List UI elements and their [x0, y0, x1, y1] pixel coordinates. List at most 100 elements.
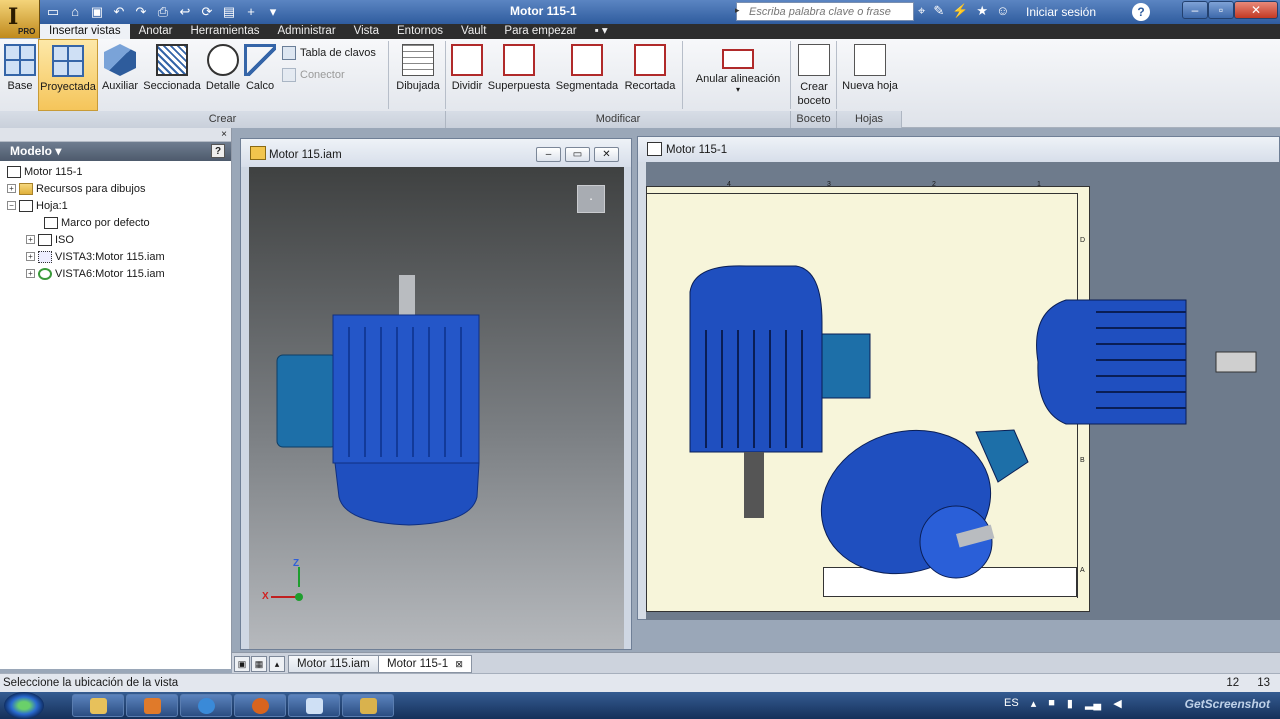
- tab-para-empezar[interactable]: Para empezar: [495, 24, 585, 39]
- tab-insertar-vistas[interactable]: Insertar vistas: [40, 24, 130, 39]
- tree-node-sheet[interactable]: − Hoja:1: [0, 197, 231, 214]
- tab-entornos[interactable]: Entornos: [388, 24, 452, 39]
- tree-label: ISO: [55, 233, 74, 246]
- seccionada-button[interactable]: Seccionada: [142, 39, 202, 111]
- tree-node-drawing[interactable]: Motor 115-1: [0, 163, 231, 180]
- tray-app-icon[interactable]: ■: [1048, 697, 1055, 710]
- doc-maximize-button[interactable]: ▭: [565, 147, 590, 162]
- start-button[interactable]: [4, 692, 44, 719]
- tree-node-frame[interactable]: Marco por defecto: [0, 214, 231, 231]
- iso-view-flange: [919, 505, 993, 579]
- select-icon[interactable]: ▤: [220, 3, 238, 20]
- user-icon[interactable]: ☺: [996, 3, 1009, 19]
- browser-help-icon[interactable]: ?: [211, 144, 225, 158]
- tab-vault[interactable]: Vault: [452, 24, 495, 39]
- taskbar-firefox[interactable]: [234, 694, 286, 717]
- status-bar: Seleccione la ubicación de la vista 12 1…: [0, 673, 1280, 692]
- arrange-icon[interactable]: ▴: [269, 656, 285, 672]
- crear-boceto-button[interactable]: Crear boceto: [794, 39, 834, 111]
- search-expand-icon[interactable]: ▸: [735, 5, 747, 16]
- tree-node-iso[interactable]: + ISO: [0, 231, 231, 248]
- qat-dropdown-icon[interactable]: ▾: [264, 3, 282, 20]
- tab-herramientas[interactable]: Herramientas: [181, 24, 268, 39]
- update-icon[interactable]: ⟳: [198, 3, 216, 20]
- recortada-button[interactable]: Recortada: [622, 39, 678, 111]
- close-button[interactable]: ✕: [1234, 1, 1278, 19]
- anular-alineacion-button[interactable]: Anular alineación ▾: [692, 39, 784, 111]
- taskbar-explorer[interactable]: [72, 694, 124, 717]
- nueva-hoja-button[interactable]: Nueva hoja: [840, 39, 900, 111]
- doc-minimize-button[interactable]: –: [536, 147, 561, 162]
- open-icon[interactable]: ⌂: [66, 3, 84, 20]
- tab-close-icon[interactable]: ⊠: [455, 659, 463, 669]
- language-indicator[interactable]: ES: [1004, 697, 1019, 710]
- expand-icon[interactable]: +: [7, 184, 16, 193]
- drawing-viewport[interactable]: 4 3 2 1 D C B A: [646, 162, 1280, 620]
- expand-icon[interactable]: +: [26, 252, 35, 261]
- auxiliar-button[interactable]: Auxiliar: [100, 39, 140, 111]
- conector-button[interactable]: Conector: [282, 68, 345, 82]
- tab-anotar[interactable]: Anotar: [130, 24, 182, 39]
- dibujada-button[interactable]: Dibujada: [394, 39, 442, 111]
- doc-tab-assembly[interactable]: Motor 115.iam: [288, 655, 379, 673]
- collapse-icon[interactable]: −: [7, 201, 16, 210]
- maximize-button[interactable]: ▫: [1208, 1, 1234, 19]
- doc-close-button[interactable]: ✕: [594, 147, 619, 162]
- doc-tab-drawing[interactable]: Motor 115-1 ⊠: [378, 655, 472, 673]
- browser-close-icon[interactable]: ×: [221, 129, 227, 140]
- return-icon[interactable]: ↩: [176, 3, 194, 20]
- save-icon[interactable]: ▣: [88, 3, 106, 20]
- new-icon[interactable]: ▭: [44, 3, 62, 20]
- help-icon[interactable]: ?: [1132, 3, 1150, 21]
- assembly-window-caption[interactable]: Motor 115.iam – ▭ ✕: [241, 139, 631, 167]
- tabla-clavos-button[interactable]: Tabla de clavos: [282, 46, 376, 60]
- undo-icon[interactable]: ↶: [110, 3, 128, 20]
- side-view-shaft: [1215, 351, 1257, 373]
- tile-icon[interactable]: ▦: [251, 656, 267, 672]
- tree-node-resources[interactable]: + Recursos para dibujos: [0, 180, 231, 197]
- network-icon[interactable]: ▮: [1067, 697, 1073, 710]
- proyectada-button[interactable]: Proyectada: [38, 39, 98, 111]
- cascade-icon[interactable]: ▣: [234, 656, 250, 672]
- favorites-icon[interactable]: ★: [976, 3, 988, 19]
- communication-icon[interactable]: ⚡: [952, 3, 968, 19]
- tree-node-vista3[interactable]: + VISTA3:Motor 115.iam: [0, 248, 231, 265]
- side-view: [1036, 299, 1187, 425]
- taskbar-ie[interactable]: [180, 694, 232, 717]
- minimize-button[interactable]: –: [1182, 1, 1208, 19]
- title-bar: ▭ ⌂ ▣ ↶ ↷ ⎙ ↩ ⟳ ▤ + ▾ Motor 115-1 ▸ ⌖ ✎ …: [0, 0, 1280, 24]
- title-tools: ⌖ ✎ ⚡ ★ ☺: [918, 3, 1009, 19]
- volume-icon[interactable]: ◀: [1113, 697, 1121, 710]
- signin-link[interactable]: Iniciar sesión: [1026, 5, 1096, 19]
- expand-icon[interactable]: +: [26, 269, 35, 278]
- subscription-icon[interactable]: ✎: [933, 3, 944, 19]
- tray-arrow-icon[interactable]: ▴: [1031, 697, 1037, 710]
- ribbon-options-icon[interactable]: ▪ ▾: [586, 24, 617, 39]
- assembly-viewport[interactable]: ▪ Z X: [249, 167, 624, 649]
- add-icon[interactable]: +: [242, 3, 260, 20]
- tree-node-vista6[interactable]: + VISTA6:Motor 115.iam: [0, 265, 231, 282]
- drawing-window-caption[interactable]: Motor 115-1: [638, 137, 1279, 162]
- redo-icon[interactable]: ↷: [132, 3, 150, 20]
- taskbar-window[interactable]: [288, 694, 340, 717]
- detalle-button[interactable]: Detalle: [204, 39, 242, 111]
- tab-vista[interactable]: Vista: [345, 24, 388, 39]
- tab-administrar[interactable]: Administrar: [269, 24, 345, 39]
- signal-icon[interactable]: ▂▄: [1085, 697, 1101, 710]
- segmentada-button[interactable]: Segmentada: [554, 39, 620, 111]
- drawing-doc-icon: [647, 142, 662, 156]
- application-menu-button[interactable]: I PRO: [0, 0, 40, 38]
- base-button[interactable]: Base: [3, 39, 37, 111]
- calco-button[interactable]: Calco: [244, 39, 276, 111]
- taskbar-inventor[interactable]: [342, 694, 394, 717]
- assembly-window: Motor 115.iam – ▭ ✕ ▪ Z X: [240, 138, 632, 650]
- expand-icon[interactable]: +: [26, 235, 35, 244]
- binoculars-icon[interactable]: ⌖: [918, 3, 925, 19]
- browser-header[interactable]: Modelo ▾ ?: [0, 142, 231, 161]
- taskbar-media[interactable]: [126, 694, 178, 717]
- search-input[interactable]: [749, 4, 911, 19]
- ribbon-separator: [388, 41, 389, 109]
- dividir-button[interactable]: Dividir: [449, 39, 485, 111]
- print-icon[interactable]: ⎙: [154, 3, 172, 20]
- superpuesta-button[interactable]: Superpuesta: [487, 39, 551, 111]
